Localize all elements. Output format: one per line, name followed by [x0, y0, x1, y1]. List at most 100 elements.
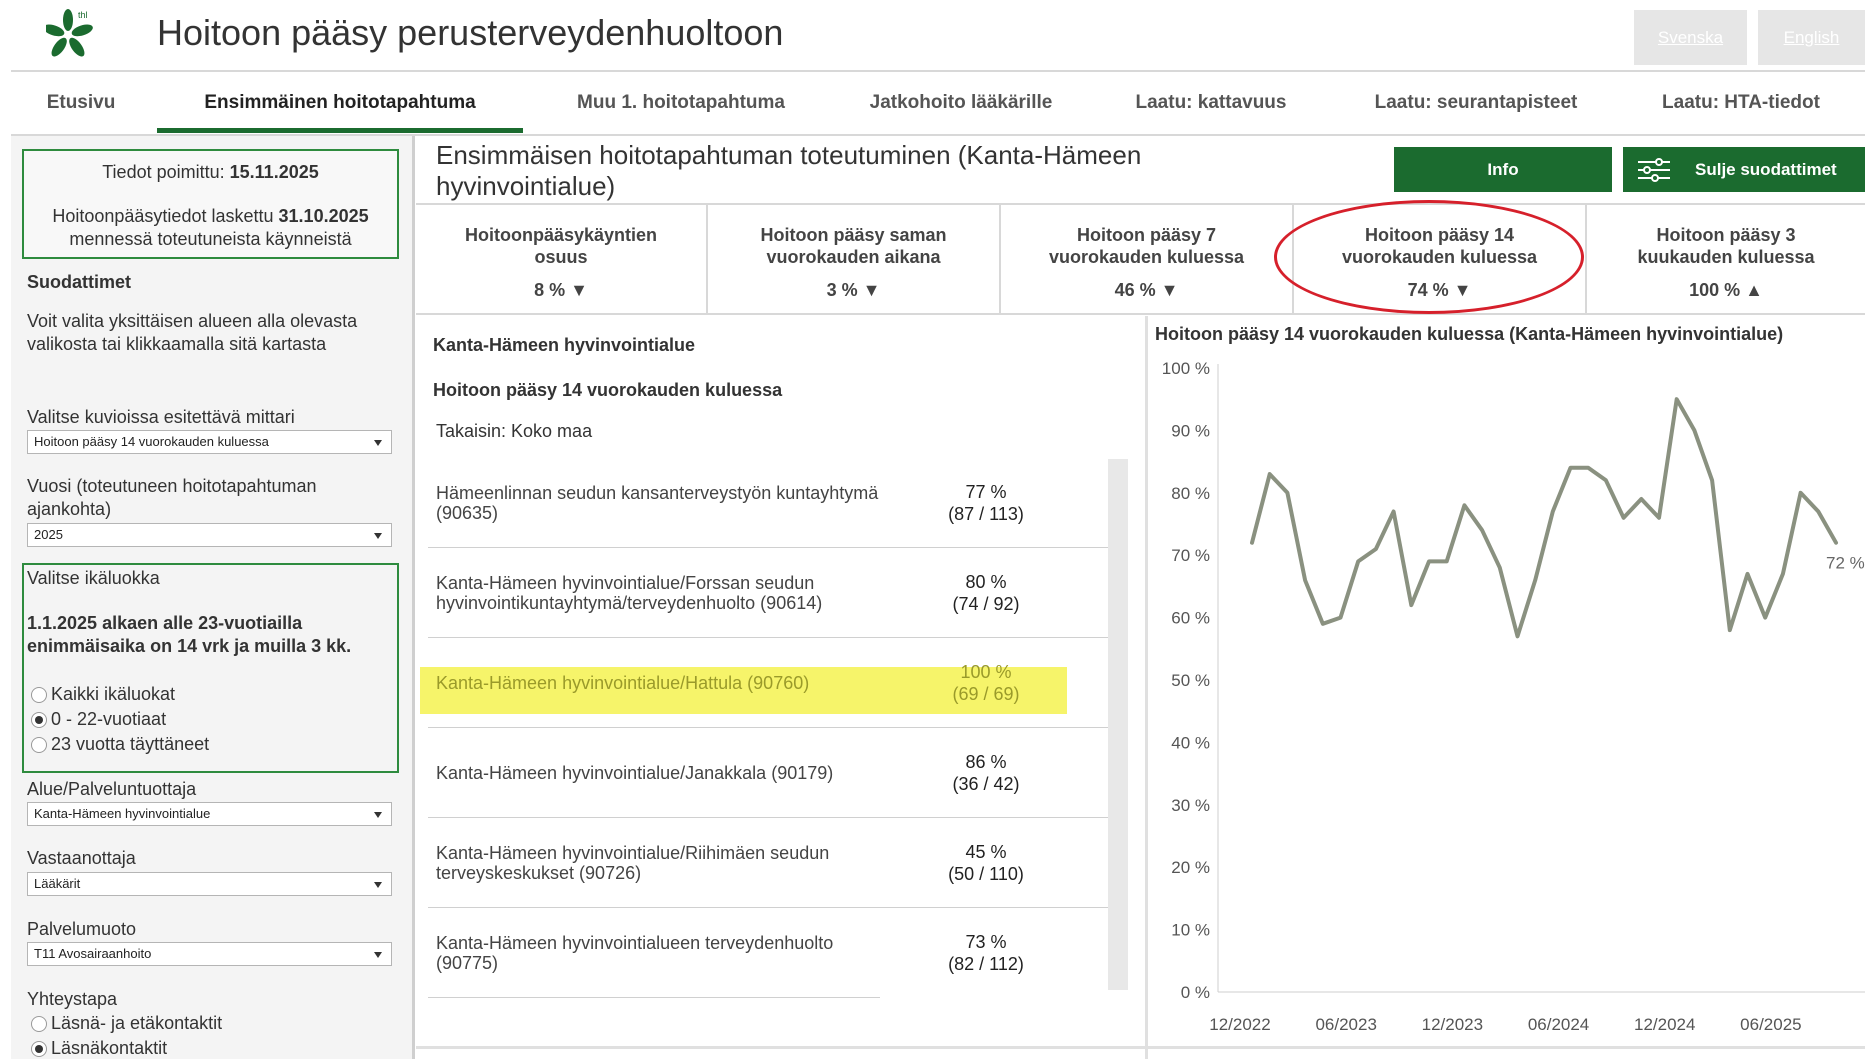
tab-jatkohoito[interactable]: Jatkohoito lääkärille	[821, 72, 1101, 134]
contact-option-both[interactable]: Läsnä- ja etäkontaktit	[31, 1013, 222, 1034]
kpi-value: 46 % ▼	[1114, 280, 1179, 300]
language-english-link[interactable]: English	[1758, 10, 1865, 65]
fetched-line: Tiedot poimittu: 15.11.2025	[102, 162, 319, 182]
data-point	[1250, 541, 1254, 545]
row-name: Kanta-Hämeen hyvinvointialue/Janakkala (…	[436, 763, 834, 783]
kpi-same-day[interactable]: Hoitoon pääsy saman vuorokauden aikana 3…	[708, 205, 1001, 315]
list-metric-title: Hoitoon pääsy 14 vuorokauden kuluessa	[433, 380, 783, 400]
line-chart[interactable]: 0 % 10 % 20 % 30 % 40 % 50 % 60 % 70 % 80 % 90 % 1…	[1148, 350, 1865, 1050]
kpi-row: Hoitoonpääsykäyntien osuus 8 % ▼ Hoitoon…	[416, 203, 1865, 315]
active-tab-indicator	[157, 128, 523, 133]
list-area-title: Kanta-Hämeen hyvinvointialue	[433, 335, 696, 355]
kpi-label: Hoitoon pääsy saman vuorokauden aikana	[760, 225, 947, 267]
row-value: 73 % (82 / 112)	[948, 932, 1024, 974]
y-tick-label: 50 %	[1171, 671, 1210, 690]
row-name: Kanta-Hämeen hyvinvointialueen terveyden…	[436, 933, 834, 973]
logo-text: thl	[78, 10, 88, 20]
kpi-value: 100 % ▲	[1689, 280, 1763, 300]
app-title: Hoitoon pääsy perusterveydenhuoltoon	[157, 12, 784, 53]
chevron-down-icon	[374, 440, 382, 446]
row-value: 100 % (69 / 69)	[952, 662, 1020, 704]
radio-icon	[31, 686, 47, 703]
data-point	[1498, 566, 1502, 570]
table-row[interactable]: Hämeenlinnan seudun kansanterveystyön ku…	[428, 459, 1108, 548]
table-row-highlighted[interactable]: Kanta-Hämeen hyvinvointialue/Hattula (90…	[428, 639, 1108, 728]
data-point	[1675, 397, 1679, 401]
page-title: Ensimmäisen hoitotapahtuman toteutuminen…	[436, 140, 1142, 201]
data-point	[1763, 616, 1767, 620]
close-filters-button[interactable]: Sulje suodattimet	[1623, 147, 1865, 192]
data-point	[1781, 572, 1785, 576]
y-tick-label: 20 %	[1171, 858, 1210, 877]
data-point	[1409, 603, 1413, 607]
kpi-share[interactable]: Hoitoonpääsykäyntien osuus 8 % ▼	[416, 205, 708, 315]
tab-laatu-seurantapisteet[interactable]: Laatu: seurantapisteet	[1341, 72, 1611, 134]
kpi-7-days[interactable]: Hoitoon pääsy 7 vuorokauden kuluessa 46 …	[1001, 205, 1294, 315]
age-option-all[interactable]: Kaikki ikäluokat	[31, 684, 175, 705]
kpi-label: Hoitoonpääsykäyntien osuus	[464, 225, 658, 267]
red-annotation-circle	[1274, 200, 1584, 314]
contact-option-in-person[interactable]: Läsnäkontaktit	[31, 1038, 167, 1059]
end-value-label: 72 %	[1826, 554, 1865, 573]
data-point	[1639, 497, 1643, 501]
data-point	[1657, 516, 1661, 520]
tab-ensimmainen-hoitotapahtuma[interactable]: Ensimmäinen hoitotapahtuma	[157, 72, 523, 134]
kpi-3-months[interactable]: Hoitoon pääsy 3 kuukauden kuluessa 100 %…	[1587, 205, 1865, 315]
table-row[interactable]: Kanta-Hämeen hyvinvointialue/Forssan seu…	[428, 549, 1108, 638]
table-row[interactable]: Kanta-Hämeen hyvinvointialue/Riihimäen s…	[428, 819, 1108, 908]
y-tick-label: 80 %	[1171, 484, 1210, 503]
age-label: Valitse ikäluokka	[27, 568, 160, 588]
data-point	[1799, 491, 1803, 495]
data-point	[1551, 510, 1555, 514]
service-select[interactable]: T11 Avosairaanhoito	[27, 942, 392, 966]
row-name: Kanta-Hämeen hyvinvointialue/Riihimäen s…	[436, 843, 830, 883]
table-row[interactable]: Kanta-Hämeen hyvinvointialue/Janakkala (…	[428, 729, 1108, 818]
area-select[interactable]: Kanta-Hämeen hyvinvointialue	[27, 802, 392, 826]
main-tabs: Etusivu Ensimmäinen hoitotapahtuma Muu 1…	[11, 72, 1865, 134]
row-value: 80 % (74 / 92)	[952, 572, 1020, 614]
list-scrollbar[interactable]	[1108, 459, 1128, 990]
data-point	[1586, 466, 1590, 470]
area-label: Alue/Palveluntuottaja	[27, 779, 197, 799]
age-option-0-22[interactable]: 0 - 22-vuotiaat	[31, 709, 166, 730]
radio-checked-icon	[31, 1040, 47, 1057]
data-point	[1728, 628, 1732, 632]
tab-etusivu[interactable]: Etusivu	[11, 72, 151, 134]
table-row[interactable]: Kanta-Hämeen hyvinvointialueen terveyden…	[428, 909, 1024, 998]
data-point	[1338, 616, 1342, 620]
data-point	[1303, 578, 1307, 582]
fetched-date: 15.11.2025	[229, 162, 319, 182]
chevron-down-icon	[374, 533, 382, 539]
x-tick-label: 12/2023	[1422, 1015, 1483, 1034]
y-tick-label: 100 %	[1162, 359, 1210, 378]
back-link[interactable]: Takaisin: Koko maa	[436, 421, 592, 442]
receiver-select[interactable]: Lääkärit	[27, 872, 392, 896]
chevron-down-icon	[374, 882, 382, 888]
radio-icon	[31, 1015, 47, 1032]
metric-label: Valitse kuvioissa esitettävä mittari	[27, 407, 295, 427]
kpi-label: Hoitoon pääsy 3 kuukauden kuluessa	[1637, 225, 1815, 267]
filters-heading: Suodattimet	[27, 272, 132, 292]
thl-logo-icon[interactable]: thl	[46, 8, 104, 60]
calc-date: 31.10.2025	[278, 206, 369, 226]
language-swedish-link[interactable]: Svenska	[1634, 10, 1747, 65]
tab-muu-hoitotapahtuma[interactable]: Muu 1. hoitotapahtuma	[541, 72, 821, 134]
age-option-23plus[interactable]: 23 vuotta täyttäneet	[31, 734, 209, 755]
year-select[interactable]: 2025	[27, 523, 392, 547]
data-info-box: Tiedot poimittu: 15.11.2025 Hoitoonpääsy…	[22, 149, 399, 259]
y-tick-label: 40 %	[1171, 733, 1210, 752]
data-point	[1445, 559, 1449, 563]
filters-help-text: Voit valita yksittäisen alueen alla olev…	[27, 311, 358, 354]
y-tick-label: 60 %	[1171, 609, 1210, 628]
row-name: Kanta-Hämeen hyvinvointialue/Hattula (90…	[436, 673, 810, 693]
radio-icon	[31, 736, 47, 753]
metric-select[interactable]: Hoitoon pääsy 14 vuorokauden kuluessa	[27, 430, 392, 454]
radio-checked-icon	[31, 711, 47, 728]
data-point	[1462, 503, 1466, 507]
info-button[interactable]: Info	[1394, 147, 1612, 192]
calc-line: Hoitoonpääsytiedot laskettu 31.10.2025 me…	[52, 206, 369, 249]
data-point	[1710, 478, 1714, 482]
tab-laatu-kattavuus[interactable]: Laatu: kattavuus	[1101, 72, 1321, 134]
x-tick-label: 06/2024	[1528, 1015, 1589, 1034]
tab-laatu-hta-tiedot[interactable]: Laatu: HTA-tiedot	[1631, 72, 1851, 134]
